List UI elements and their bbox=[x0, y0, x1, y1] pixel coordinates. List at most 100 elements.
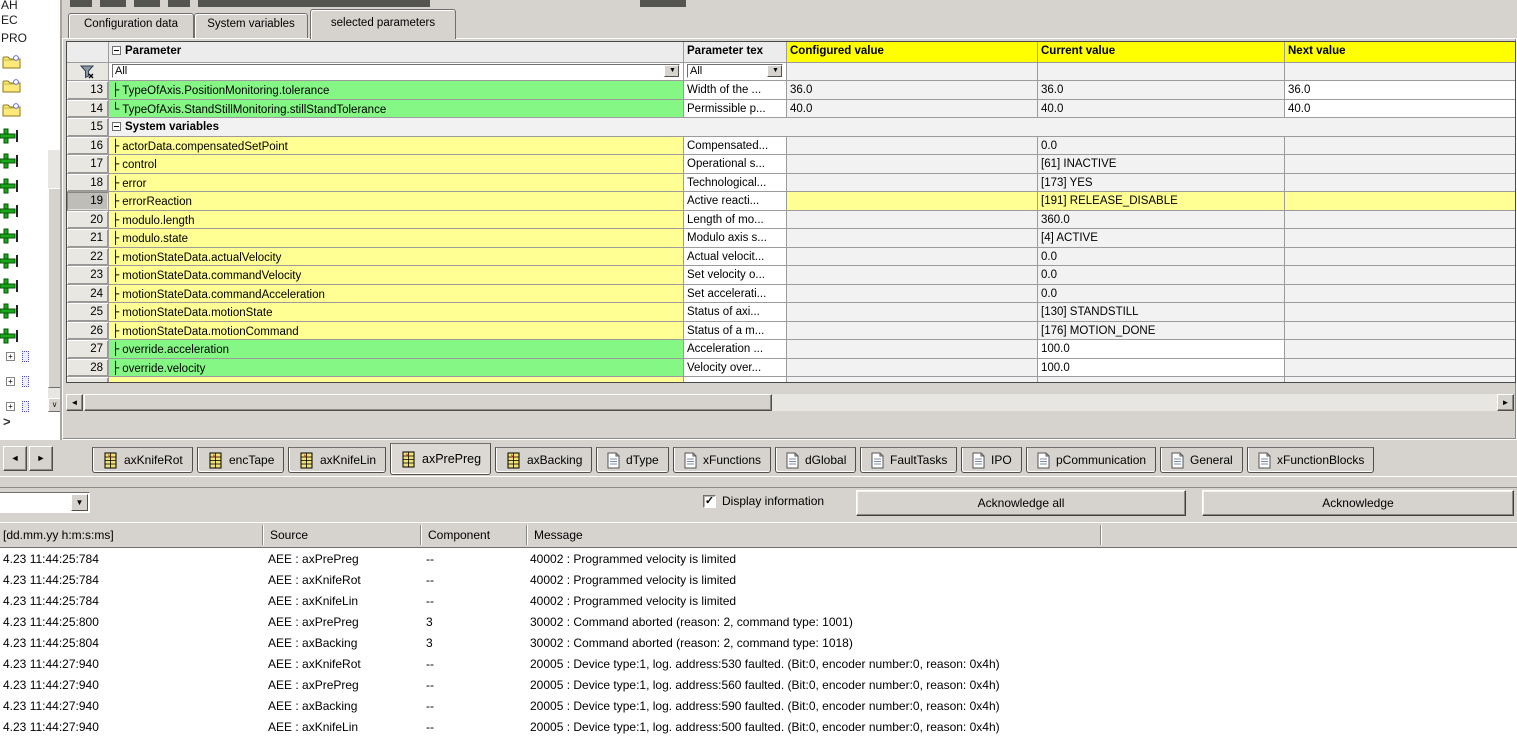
parameter-cell[interactable]: ├modulo.state bbox=[109, 229, 683, 247]
next-value-cell[interactable] bbox=[1285, 248, 1515, 266]
row-number-cell[interactable] bbox=[67, 377, 108, 383]
current-value-cell[interactable]: 360.0 bbox=[1038, 211, 1284, 229]
parameter-cell[interactable]: ├modulo.length bbox=[109, 211, 683, 229]
next-value-column-header[interactable]: Next value bbox=[1285, 42, 1515, 62]
column-separator[interactable] bbox=[526, 525, 528, 545]
folder-icon[interactable] bbox=[2, 54, 22, 70]
next-value-cell[interactable] bbox=[1285, 137, 1515, 155]
current-value-cell[interactable]: 100.0 bbox=[1038, 340, 1284, 358]
sheet-tab-xFunctionBlocks[interactable]: xFunctionBlocks bbox=[1247, 447, 1374, 473]
tree-scroll-right-glyph[interactable]: > bbox=[3, 414, 11, 429]
next-value-cell[interactable] bbox=[1285, 211, 1515, 229]
parameter-text-filter[interactable]: All▼ bbox=[684, 63, 786, 80]
sheet-tab-encTape[interactable]: encTape bbox=[197, 447, 284, 473]
row-number-cell[interactable]: 15 bbox=[67, 118, 108, 136]
next-value-cell[interactable] bbox=[1285, 266, 1515, 284]
next-value-cell[interactable] bbox=[1285, 155, 1515, 173]
row-number-cell[interactable]: 27 bbox=[67, 340, 108, 358]
sheet-tab-axKnifeRot[interactable]: axKnifeRot bbox=[92, 447, 193, 473]
parameter-cell[interactable]: ├motionStateData.actualVelocity bbox=[109, 248, 683, 266]
row-number-cell[interactable]: 17 bbox=[67, 155, 108, 173]
tree-expand-icon[interactable]: + bbox=[6, 352, 15, 361]
next-value-cell[interactable]: 40.0 bbox=[1285, 100, 1515, 118]
current-value-cell[interactable]: [4] ACTIVE bbox=[1038, 229, 1284, 247]
current-value-cell[interactable]: 0.0 bbox=[1038, 248, 1284, 266]
configured-value-cell[interactable] bbox=[787, 192, 1037, 210]
folder-icon[interactable] bbox=[2, 102, 22, 118]
axis-icon[interactable] bbox=[0, 328, 18, 344]
dropdown-arrow-icon[interactable]: ▼ bbox=[71, 494, 88, 511]
parameter-cell[interactable]: ├actorData.compensatedSetPoint bbox=[109, 137, 683, 155]
parameter-text-cell[interactable]: Set velocity o... bbox=[684, 266, 786, 284]
project-tree[interactable]: AHECPRO+++∨> bbox=[0, 0, 62, 440]
current-value-cell[interactable]: [130] STANDSTILL bbox=[1038, 303, 1284, 321]
log-row[interactable]: 4.23 11:44:25:784AEE : axKnifeLin--40002… bbox=[0, 590, 1517, 611]
current-value-cell[interactable]: 100.0 bbox=[1038, 359, 1284, 377]
row-number-cell[interactable]: 19 bbox=[67, 192, 108, 210]
parameter-text-cell[interactable]: Set accelerati... bbox=[684, 285, 786, 303]
row-number-cell[interactable]: 26 bbox=[67, 322, 108, 340]
configured-value-cell[interactable] bbox=[787, 174, 1037, 192]
log-row[interactable]: 4.23 11:44:27:940AEE : axKnifeLin--20005… bbox=[0, 716, 1517, 737]
configured-value-cell[interactable] bbox=[787, 155, 1037, 173]
parameter-text-cell[interactable]: Technological... bbox=[684, 174, 786, 192]
axis-icon[interactable] bbox=[0, 253, 18, 269]
parameter-cell[interactable]: ├TypeOfAxis.PositionMonitoring.tolerance bbox=[109, 81, 683, 99]
axis-icon[interactable] bbox=[0, 278, 18, 294]
parameter-cell[interactable] bbox=[109, 377, 683, 383]
sheet-tab-pCommunication[interactable]: pCommunication bbox=[1026, 447, 1156, 473]
row-number-cell[interactable]: 28 bbox=[67, 359, 108, 377]
parameter-cell[interactable]: ├control bbox=[109, 155, 683, 173]
tree-expand-icon[interactable]: + bbox=[6, 402, 15, 411]
dropdown-arrow-icon[interactable]: ▼ bbox=[767, 65, 782, 77]
time-column-header[interactable]: [dd.mm.yy h:m:s:ms] bbox=[3, 528, 114, 542]
log-row[interactable]: 4.23 11:44:25:800AEE : axPrePreg330002 :… bbox=[0, 611, 1517, 632]
parameter-text-cell[interactable]: Width of the ... bbox=[684, 81, 786, 99]
sheet-tab-axBacking[interactable]: axBacking bbox=[495, 447, 592, 473]
row-number-cell[interactable]: 22 bbox=[67, 248, 108, 266]
configured-value-cell[interactable] bbox=[787, 229, 1037, 247]
configured-value-cell[interactable] bbox=[787, 137, 1037, 155]
axis-icon[interactable] bbox=[0, 203, 18, 219]
scrollbar-thumb[interactable] bbox=[48, 188, 61, 388]
tree-expand-icon[interactable]: + bbox=[6, 377, 15, 386]
row-number-cell[interactable]: 23 bbox=[67, 266, 108, 284]
sheet-tab-dType[interactable]: dType bbox=[596, 447, 669, 473]
group-row-label[interactable]: System variables bbox=[109, 118, 1515, 136]
parameter-cell[interactable]: └TypeOfAxis.StandStillMonitoring.stillSt… bbox=[109, 100, 683, 118]
parameter-text-column-header[interactable]: Parameter tex bbox=[684, 42, 786, 62]
current-value-column-header[interactable]: Current value bbox=[1038, 42, 1284, 62]
parameter-filter[interactable]: All▼ bbox=[109, 63, 683, 80]
sheet-tab-FaultTasks[interactable]: FaultTasks bbox=[860, 447, 957, 473]
next-value-cell[interactable] bbox=[1285, 192, 1515, 210]
configured-value-cell[interactable] bbox=[787, 303, 1037, 321]
current-value-cell[interactable]: 0.0 bbox=[1038, 266, 1284, 284]
collapse-icon[interactable] bbox=[112, 46, 121, 55]
next-value-cell[interactable] bbox=[1285, 359, 1515, 377]
configured-value-column-header[interactable]: Configured value bbox=[787, 42, 1037, 62]
parameter-cell[interactable]: ├override.acceleration bbox=[109, 340, 683, 358]
next-value-cell[interactable] bbox=[1285, 303, 1515, 321]
tree-node-label[interactable]: EC bbox=[1, 13, 18, 27]
parameter-text-cell[interactable] bbox=[684, 377, 786, 383]
source-column-header[interactable]: Source bbox=[270, 528, 308, 542]
row-number-cell[interactable]: 20 bbox=[67, 211, 108, 229]
message-column-header[interactable]: Message bbox=[534, 528, 583, 542]
acknowledge-all-button[interactable]: Acknowledge all bbox=[856, 490, 1186, 516]
column-separator[interactable] bbox=[1100, 525, 1102, 545]
alarm-filter-combobox[interactable]: ▼ bbox=[0, 492, 90, 513]
parameter-cell[interactable]: ├override.velocity bbox=[109, 359, 683, 377]
tree-vertical-scrollbar[interactable]: ∨ bbox=[48, 150, 61, 412]
parameter-text-cell[interactable]: Compensated... bbox=[684, 137, 786, 155]
current-value-cell[interactable] bbox=[1038, 377, 1284, 383]
current-value-cell[interactable]: [61] INACTIVE bbox=[1038, 155, 1284, 173]
row-number-cell[interactable]: 16 bbox=[67, 137, 108, 155]
parameter-column-header[interactable]: Parameter bbox=[109, 42, 683, 62]
next-value-cell[interactable] bbox=[1285, 377, 1515, 383]
axis-icon[interactable] bbox=[0, 153, 18, 169]
parameter-text-cell[interactable]: Length of mo... bbox=[684, 211, 786, 229]
row-number-cell[interactable]: 13 bbox=[67, 81, 108, 99]
parameter-text-cell[interactable]: Velocity over... bbox=[684, 359, 786, 377]
axis-icon[interactable] bbox=[0, 228, 18, 244]
parameter-cell[interactable]: ├motionStateData.motionCommand bbox=[109, 322, 683, 340]
